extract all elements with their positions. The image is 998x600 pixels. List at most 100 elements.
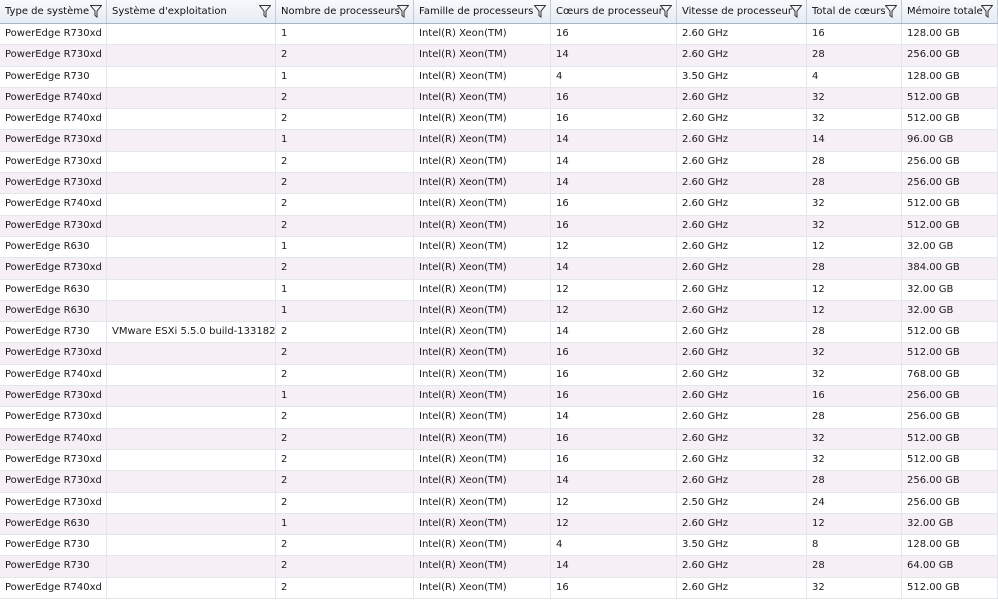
cell-family: Intel(R) Xeon(TM) [414,535,551,556]
column-header-os[interactable]: Système d'exploitation [107,0,276,23]
table-row[interactable]: PowerEdge R730xd 2 Intel(R) Xeon(TM) 16 2.60… [0,343,998,365]
column-header-label: Vitesse de processeur [682,6,792,17]
cell-type: PowerEdge R730xd [0,386,107,407]
cell-nproc: 1 [276,130,414,151]
cell-os: VMware ESXi 5.5.0 build-1331820 [107,322,276,343]
cell-family: Intel(R) Xeon(TM) [414,24,551,45]
cell-type: PowerEdge R740xd [0,109,107,130]
cell-speed: 2.60 GHz [677,407,807,428]
column-header-family[interactable]: Famille de processeurs [414,0,551,23]
column-header-mem[interactable]: Mémoire totale [902,0,998,23]
table-row[interactable]: PowerEdge R730 2 Intel(R) Xeon(TM) 4 3.50 GH… [0,535,998,557]
cell-mem: 768.00 GB [902,364,998,386]
cell-type: PowerEdge R730xd [0,215,107,236]
filter-icon[interactable] [259,5,271,18]
table-row[interactable]: PowerEdge R730xd 2 Intel(R) Xeon(TM) 14 2.60… [0,407,998,429]
column-header-nproc[interactable]: Nombre de processeurs [276,0,414,23]
table-row[interactable]: PowerEdge R730xd 2 Intel(R) Xeon(TM) 16 2.60… [0,215,998,237]
table-row[interactable]: PowerEdge R730xd 1 Intel(R) Xeon(TM) 14 2.60… [0,130,998,152]
cell-nproc: 2 [276,364,414,386]
column-header-label: Type de système [5,6,90,17]
filter-icon[interactable] [534,5,546,18]
cell-cores: 16 [551,343,677,364]
cell-total: 12 [807,513,902,535]
cell-total: 4 [807,66,902,87]
cell-mem: 64.00 GB [902,556,998,577]
filter-icon[interactable] [90,5,102,18]
cell-speed: 3.50 GHz [677,535,807,556]
cell-family: Intel(R) Xeon(TM) [414,45,551,66]
cell-type: PowerEdge R730 [0,66,107,87]
cell-total: 12 [807,279,902,300]
cell-mem: 512.00 GB [902,322,998,343]
cell-os [107,173,276,194]
table-row[interactable]: PowerEdge R630 1 Intel(R) Xeon(TM) 12 2.60 G… [0,279,998,301]
cell-nproc: 1 [276,300,414,322]
cell-type: PowerEdge R630 [0,279,107,300]
cell-cores: 14 [551,258,677,279]
cell-family: Intel(R) Xeon(TM) [414,130,551,151]
cell-speed: 2.60 GHz [677,364,807,386]
cell-cores: 14 [551,130,677,151]
cell-mem: 256.00 GB [902,407,998,428]
cell-os [107,343,276,364]
table-row[interactable]: PowerEdge R730xd 1 Intel(R) Xeon(TM) 16 2.60… [0,24,998,46]
table-row[interactable]: PowerEdge R730xd 2 Intel(R) Xeon(TM) 14 2.60… [0,471,998,493]
table-row[interactable]: PowerEdge R730 2 Intel(R) Xeon(TM) 14 2.60 G… [0,556,998,578]
cell-mem: 32.00 GB [902,236,998,258]
cell-cores: 16 [551,194,677,215]
table-row[interactable]: PowerEdge R740xd 2 Intel(R) Xeon(TM) 16 2.60… [0,428,998,450]
table-row[interactable]: PowerEdge R730 1 Intel(R) Xeon(TM) 4 3.50 GH… [0,66,998,88]
cell-nproc: 1 [276,236,414,258]
cell-nproc: 2 [276,258,414,279]
table-row[interactable]: PowerEdge R630 1 Intel(R) Xeon(TM) 12 2.60 G… [0,236,998,259]
table-row[interactable]: PowerEdge R740xd 2 Intel(R) Xeon(TM) 16 2.60… [0,194,998,216]
column-header-cores[interactable]: Cœurs de processeur [551,0,677,23]
cell-cores: 14 [551,151,677,173]
table-row[interactable]: PowerEdge R730xd 1 Intel(R) Xeon(TM) 16 2.60… [0,386,998,408]
filter-icon[interactable] [790,5,802,18]
filter-icon[interactable] [885,5,897,18]
table-row[interactable]: PowerEdge R740xd 2 Intel(R) Xeon(TM) 16 2.60… [0,577,998,600]
cell-os [107,236,276,258]
table-row[interactable]: PowerEdge R730xd 2 Intel(R) Xeon(TM) 14 2.60… [0,173,998,195]
cell-speed: 2.60 GHz [677,577,807,599]
table-row[interactable]: PowerEdge R730xd 2 Intel(R) Xeon(TM) 16 2.60… [0,449,998,472]
cell-nproc: 2 [276,535,414,556]
table-row[interactable]: PowerEdge R740xd 2 Intel(R) Xeon(TM) 16 2.60… [0,87,998,110]
table-row[interactable]: PowerEdge R730xd 2 Intel(R) Xeon(TM) 14 2.60… [0,258,998,280]
table-row[interactable]: PowerEdge R630 1 Intel(R) Xeon(TM) 12 2.60 G… [0,513,998,536]
cell-total: 32 [807,343,902,364]
table-row[interactable]: PowerEdge R740xd 2 Intel(R) Xeon(TM) 16 2.60… [0,364,998,387]
cell-mem: 512.00 GB [902,194,998,215]
cell-family: Intel(R) Xeon(TM) [414,556,551,577]
cell-os [107,364,276,386]
cell-type: PowerEdge R730xd [0,258,107,279]
column-header-speed[interactable]: Vitesse de processeur [677,0,807,23]
cell-nproc: 2 [276,151,414,173]
cell-cores: 16 [551,24,677,45]
column-header-type[interactable]: Type de système [0,0,107,23]
table-row[interactable]: PowerEdge R730xd 2 Intel(R) Xeon(TM) 14 2.60… [0,45,998,67]
cell-type: PowerEdge R740xd [0,194,107,215]
filter-icon[interactable] [660,5,672,18]
cell-nproc: 2 [276,87,414,109]
filter-icon[interactable] [397,5,409,18]
table-row[interactable]: PowerEdge R630 1 Intel(R) Xeon(TM) 12 2.60 G… [0,300,998,323]
table-row[interactable]: PowerEdge R730xd 2 Intel(R) Xeon(TM) 14 2.60… [0,151,998,174]
column-header-total[interactable]: Total de cœurs [807,0,902,23]
cell-nproc: 2 [276,173,414,194]
table-row[interactable]: PowerEdge R740xd 2 Intel(R) Xeon(TM) 16 2.60… [0,109,998,131]
cell-mem: 512.00 GB [902,109,998,130]
cell-speed: 2.60 GHz [677,215,807,236]
cell-total: 32 [807,194,902,215]
filter-icon[interactable] [981,5,993,18]
cell-type: PowerEdge R630 [0,236,107,258]
cell-speed: 2.60 GHz [677,513,807,535]
table-row[interactable]: PowerEdge R730 VMware ESXi 5.5.0 build-13… [0,322,998,344]
cell-total: 32 [807,109,902,130]
cell-mem: 512.00 GB [902,87,998,109]
table-row[interactable]: PowerEdge R730xd 2 Intel(R) Xeon(TM) 12 2.50… [0,492,998,514]
cell-total: 12 [807,236,902,258]
cell-mem: 32.00 GB [902,279,998,300]
